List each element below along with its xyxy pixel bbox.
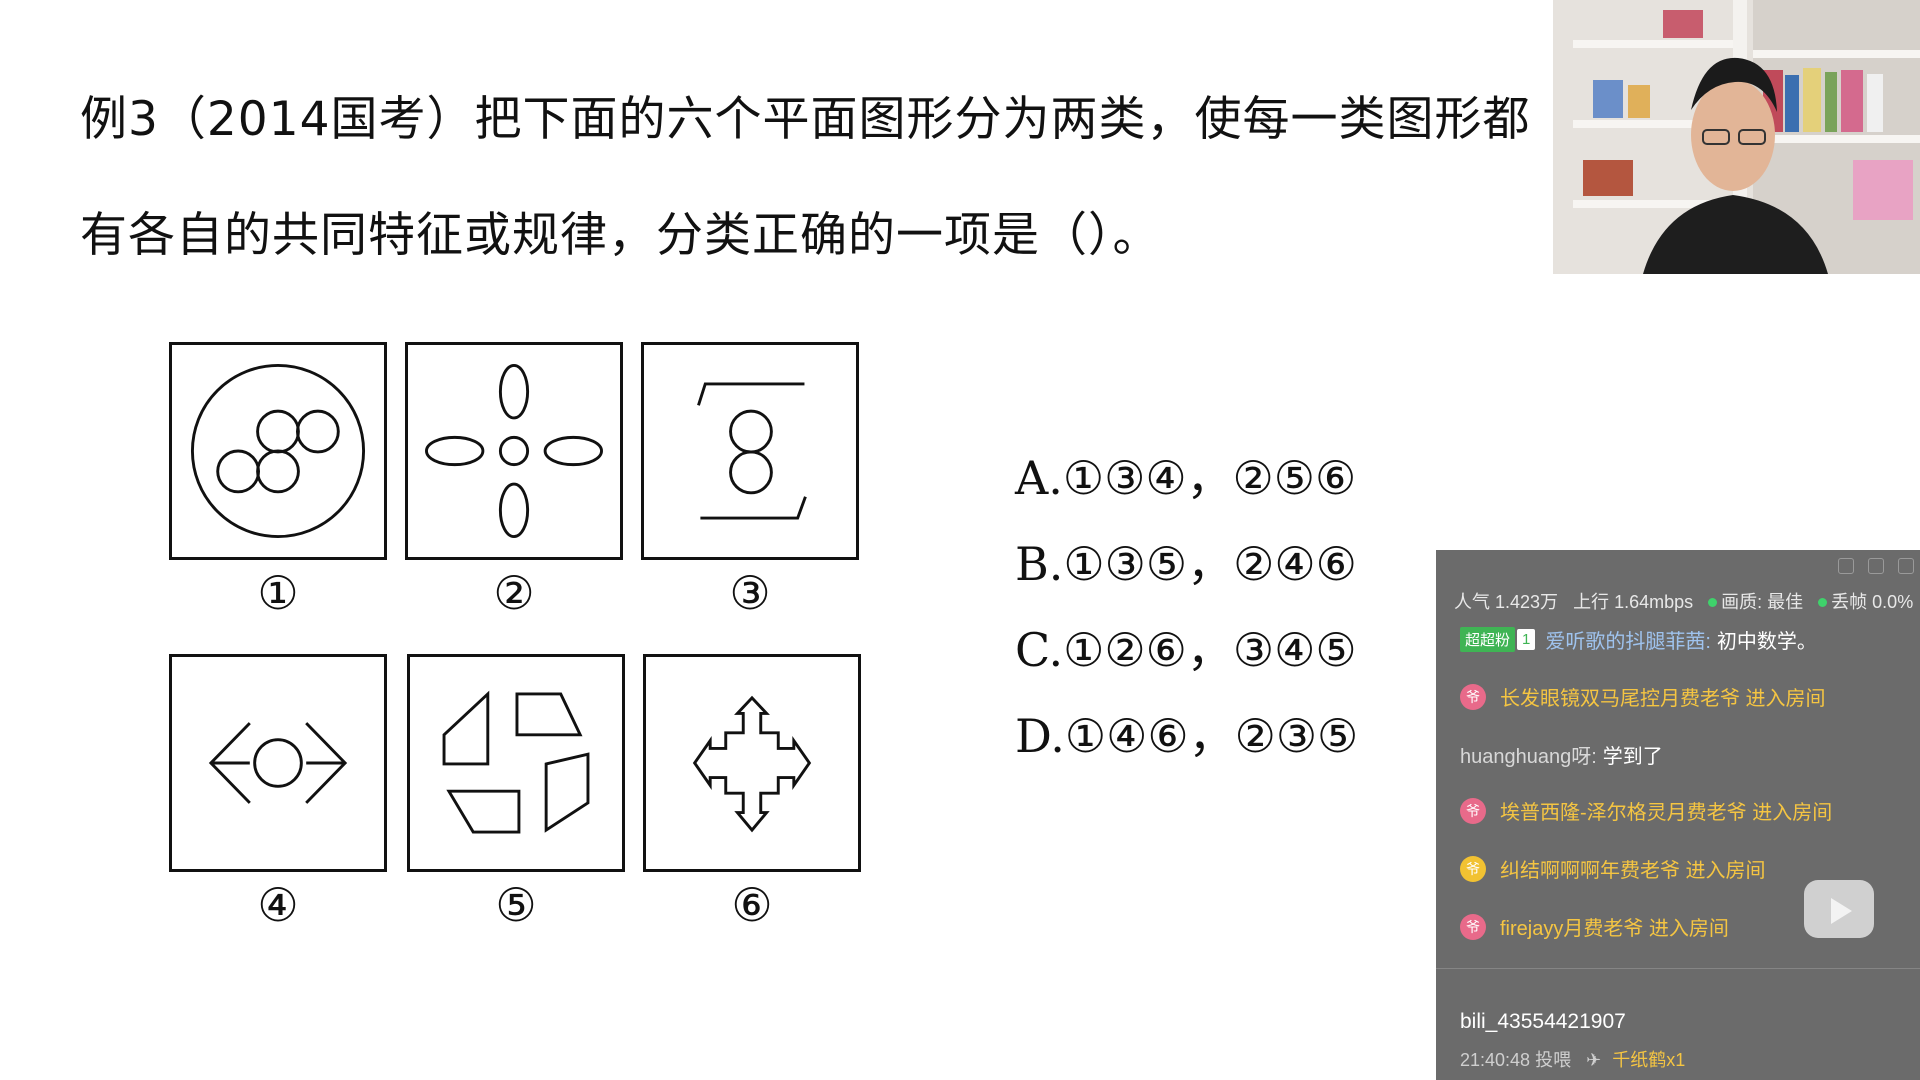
figure-label-1: ① bbox=[257, 566, 299, 620]
chat-text: 学到了 bbox=[1602, 746, 1663, 768]
stream-stats: 人气 1.423万 上行 1.64mbps 画质: 最佳 丢帧 0.0% bbox=[1454, 588, 1913, 614]
vip-icon: 爷 bbox=[1460, 683, 1486, 710]
dropped-frames-stat: 丢帧 0.0% bbox=[1831, 592, 1914, 612]
gift-name: 千纸鹤x1 bbox=[1612, 1050, 1686, 1070]
figure-3 bbox=[641, 342, 859, 560]
bilibili-play-icon[interactable] bbox=[1804, 880, 1874, 938]
fan-level: 1 bbox=[1517, 629, 1536, 650]
paper-crane-icon: ✈ bbox=[1586, 1050, 1602, 1070]
entry-text: 埃普西隆-泽尔格灵月费老爷 进入房间 bbox=[1500, 802, 1833, 824]
vip-icon: 爷 bbox=[1460, 855, 1486, 882]
figure-4 bbox=[169, 654, 387, 872]
fan-badge: 超超粉 bbox=[1460, 627, 1516, 652]
live-chat-panel: 人气 1.423万 上行 1.64mbps 画质: 最佳 丢帧 0.0% 超超粉… bbox=[1436, 550, 1920, 1080]
chat-text: 初中数学。 bbox=[1716, 631, 1817, 653]
vip-icon: 爷 bbox=[1460, 797, 1486, 824]
upload-stat: 上行 1.64mbps bbox=[1573, 592, 1694, 612]
chat-controls bbox=[1838, 558, 1914, 574]
gift-line: 21:40:48 投喂 ✈ 千纸鹤x1 bbox=[1460, 1046, 1685, 1072]
option-c: C.①②⑥，③④⑤ bbox=[1015, 623, 1357, 677]
gift-username[interactable]: bili_43554421907 bbox=[1460, 1010, 1626, 1034]
figure-2 bbox=[405, 342, 623, 560]
settings-icon[interactable] bbox=[1838, 558, 1854, 574]
chat-message: huanghuang呀: 学到了 bbox=[1460, 740, 1663, 769]
quality-stat: 画质: 最佳 bbox=[1721, 592, 1804, 612]
popout-icon[interactable] bbox=[1898, 558, 1914, 574]
figure-label-4: ④ bbox=[257, 878, 299, 932]
option-d: D.①④⑥，②③⑤ bbox=[1015, 709, 1359, 763]
chat-message: 超超粉 1 爱听歌的抖腿菲茜: 初中数学。 bbox=[1460, 625, 1817, 654]
question-line-1: 例3（2014国考）把下面的六个平面图形分为两类，使每一类图形都 bbox=[80, 92, 1531, 147]
chat-divider bbox=[1436, 968, 1920, 969]
entry-text: 长发眼镜双马尾控月费老爷 进入房间 bbox=[1500, 688, 1826, 710]
entry-text: firejayy月费老爷 进入房间 bbox=[1500, 918, 1729, 940]
gift-time: 21:40:48 投喂 bbox=[1460, 1050, 1572, 1070]
figure-5 bbox=[407, 654, 625, 872]
popularity-stat: 人气 1.423万 bbox=[1454, 592, 1559, 612]
chat-username[interactable]: 爱听歌的抖腿菲茜: bbox=[1545, 625, 1711, 654]
option-a: A.①③④，②⑤⑥ bbox=[1015, 451, 1357, 505]
figure-label-2: ② bbox=[493, 566, 535, 620]
figure-label-5: ⑤ bbox=[495, 878, 537, 932]
figure-1 bbox=[169, 342, 387, 560]
question-line-2: 有各自的共同特征或规律，分类正确的一项是（）。 bbox=[80, 208, 1161, 263]
chat-username[interactable]: huanghuang呀: bbox=[1460, 740, 1597, 769]
chat-entry: 爷 埃普西隆-泽尔格灵月费老爷 进入房间 bbox=[1460, 796, 1832, 825]
webcam-feed bbox=[1553, 0, 1920, 274]
chat-entry: 爷 长发眼镜双马尾控月费老爷 进入房间 bbox=[1460, 682, 1826, 711]
figure-label-3: ③ bbox=[729, 566, 771, 620]
figure-label-6: ⑥ bbox=[731, 878, 773, 932]
option-b: B.①③⑤，②④⑥ bbox=[1015, 537, 1357, 591]
chat-entry: 爷 firejayy月费老爷 进入房间 bbox=[1460, 912, 1729, 941]
vip-icon: 爷 bbox=[1460, 913, 1486, 940]
share-icon[interactable] bbox=[1868, 558, 1884, 574]
status-dot-icon bbox=[1818, 598, 1828, 607]
chat-entry: 爷 纠结啊啊啊年费老爷 进入房间 bbox=[1460, 854, 1766, 883]
entry-text: 纠结啊啊啊年费老爷 进入房间 bbox=[1500, 860, 1766, 882]
figure-6 bbox=[643, 654, 861, 872]
status-dot-icon bbox=[1708, 598, 1718, 607]
